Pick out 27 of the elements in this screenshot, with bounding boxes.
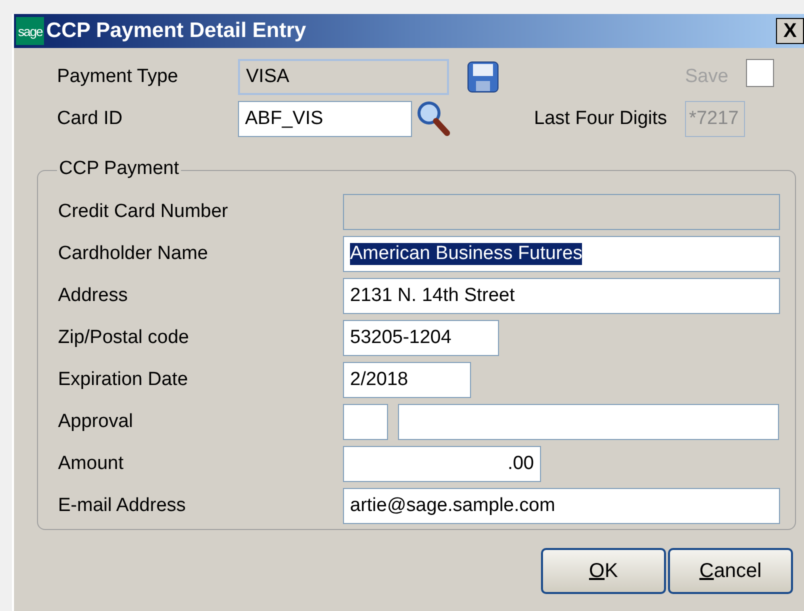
input-field[interactable]: [343, 404, 388, 440]
card-id-field[interactable]: ABF_VIS: [238, 101, 412, 137]
window-title: CCP Payment Detail Entry: [46, 19, 308, 43]
input-field[interactable]: American Business Futures: [343, 236, 780, 272]
input-field[interactable]: artie@sage.sample.com: [343, 488, 780, 524]
field-label: Credit Card Number: [57, 201, 229, 223]
field-label: Card ID: [56, 108, 124, 130]
app-logo: sage: [16, 17, 44, 45]
field-label: Expiration Date: [57, 369, 189, 391]
field-label: Zip/Postal code: [57, 327, 190, 349]
input-field[interactable]: 2/2018: [343, 362, 471, 398]
field-label: Amount: [57, 453, 124, 475]
input-field[interactable]: .00: [343, 446, 541, 482]
dialog-button[interactable]: OK: [541, 548, 666, 594]
field-label: Approval: [57, 411, 134, 433]
field-label: Cardholder Name: [57, 243, 209, 265]
input-field[interactable]: 2131 N. 14th Street: [343, 278, 780, 314]
close-button[interactable]: X: [776, 18, 804, 44]
search-icon[interactable]: [416, 100, 452, 138]
group-title: CCP Payment: [57, 158, 182, 180]
field-label: Payment Type: [56, 66, 180, 88]
input-field[interactable]: [398, 404, 779, 440]
field-label: Address: [57, 285, 129, 307]
input-field[interactable]: 53205-1204: [343, 320, 499, 356]
dialog-button[interactable]: Cancel: [668, 548, 793, 594]
field-label: E-mail Address: [57, 495, 187, 517]
field-label: Last Four Digits: [534, 108, 668, 130]
